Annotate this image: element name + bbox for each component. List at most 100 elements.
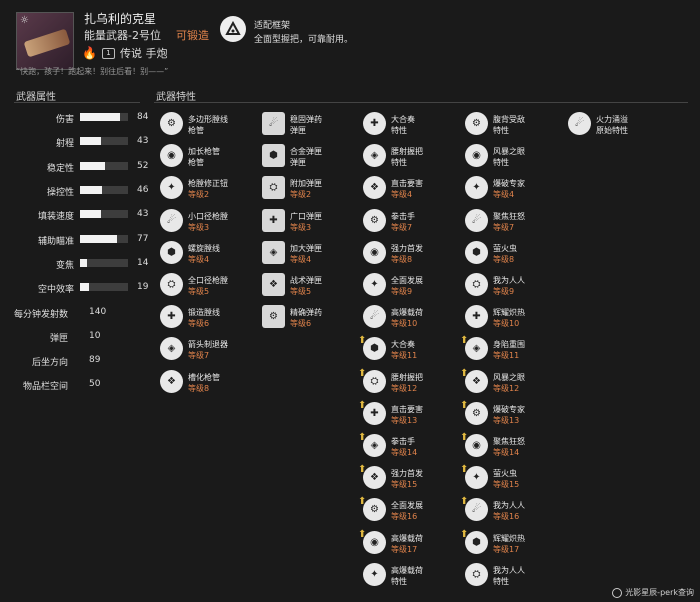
perk-item[interactable]: ◉ 强力首发 等级8 bbox=[363, 240, 463, 266]
perk-name: 大合奏 bbox=[391, 340, 415, 350]
perk-item[interactable]: ⬆ ⬢ 辉耀炽热 等级17 bbox=[460, 529, 565, 556]
perk-level: 等级6 bbox=[290, 319, 312, 329]
perk-item[interactable]: ⛭ 附加弹匣 等级2 bbox=[262, 175, 362, 201]
stat-bar bbox=[80, 258, 128, 267]
perk-item[interactable]: ✦ 爆破专家 等级4 bbox=[465, 175, 565, 201]
perk-item[interactable]: ✦ 全面发展 等级9 bbox=[363, 272, 463, 298]
perk-item[interactable]: ⬆ ❖ 风暴之眼 等级12 bbox=[460, 368, 565, 395]
perk-item[interactable]: ✚ 广口弹匣 等级3 bbox=[262, 208, 362, 234]
perk-item[interactable]: ❖ 战术弹匣 等级5 bbox=[262, 272, 362, 298]
perk-level: 等级17 bbox=[391, 544, 418, 554]
perk-icon: ☄ bbox=[568, 112, 591, 135]
stat-bar bbox=[80, 210, 128, 219]
perk-name: 爆破专家 bbox=[493, 404, 525, 414]
perk-name: 火力涌溢 bbox=[596, 115, 628, 124]
perk-item[interactable]: ⬆ ◉ 高爆载荷 等级17 bbox=[358, 529, 463, 556]
perk-icon: ⬢ bbox=[262, 144, 285, 168]
perk-level: 等级11 bbox=[391, 351, 418, 361]
perk-item[interactable]: ◈ 加大弹匣 等级4 bbox=[262, 240, 362, 266]
perk-item[interactable]: ☄ 火力涌溢 原始特性 bbox=[568, 111, 668, 137]
stat-row: 辅助瞄准 77 bbox=[14, 232, 154, 248]
perk-item[interactable]: ❖ 直击要害 等级4 bbox=[363, 175, 463, 201]
perk-level: 等级16 bbox=[493, 512, 520, 522]
perk-item[interactable]: ⛭ 我为人人 特性 bbox=[465, 562, 565, 588]
perk-item[interactable]: ✚ 辉耀炽热 等级10 bbox=[465, 304, 565, 330]
perk-item[interactable]: ◈ 腰射握把 特性 bbox=[363, 143, 463, 169]
stat-bar-fill bbox=[80, 137, 101, 146]
perk-level: 等级15 bbox=[391, 480, 418, 490]
perk-item[interactable]: ⚙ 拳击手 等级7 bbox=[363, 208, 463, 234]
stat-label: 操控性 bbox=[46, 187, 74, 198]
perk-item[interactable]: ⬆ ☄ 我为人人 等级16 bbox=[460, 497, 565, 523]
perks-section-title: 武器特性 bbox=[156, 92, 196, 103]
stat-bar-fill bbox=[80, 185, 103, 194]
perk-icon: ☄ bbox=[160, 208, 183, 232]
perk-item[interactable]: ⬆ ⛭ 腰射握把 等级12 bbox=[358, 368, 463, 395]
perk-level: 等级15 bbox=[493, 480, 520, 490]
perk-item[interactable]: ⬆ ⬢ 大合奏 等级11 bbox=[358, 336, 463, 362]
perk-name: 聚焦狂怒 bbox=[493, 211, 525, 221]
perk-item[interactable]: ◉ 加长枪管 枪管 bbox=[160, 143, 260, 169]
perk-name: 枪膛修正钮 bbox=[188, 179, 228, 189]
perk-item[interactable]: ✦ 枪膛修正钮 等级2 bbox=[160, 175, 260, 201]
perk-item[interactable]: ❖ 槽化枪管 等级8 bbox=[160, 369, 260, 395]
exotic-star-icon: ☼ bbox=[20, 15, 29, 26]
stat-bar-fill bbox=[80, 210, 101, 219]
perk-level: 等级14 bbox=[493, 448, 520, 457]
perk-item[interactable]: ⬆ ⚙ 爆破专家 等级13 bbox=[460, 400, 565, 427]
perk-item[interactable]: ✚ 大合奏 特性 bbox=[363, 111, 463, 137]
perk-item[interactable]: ◈ 箭头制退器 等级7 bbox=[160, 336, 260, 362]
perk-item[interactable]: ⬆ ⚙ 全面发展 等级16 bbox=[358, 497, 463, 523]
perk-item[interactable]: ◉ 风暴之眼 特性 bbox=[465, 143, 565, 169]
perk-icon: ☄ bbox=[465, 498, 488, 522]
perk-item[interactable]: ✦ 高爆载荷 特性 bbox=[363, 562, 463, 588]
perk-level: 等级8 bbox=[493, 254, 515, 264]
perk-item[interactable]: ⬆ ❖ 强力首发 等级15 bbox=[358, 465, 463, 491]
frame-icon bbox=[220, 16, 246, 42]
perk-item[interactable]: ☄ 小口径枪膛 等级3 bbox=[160, 208, 260, 234]
perk-name: 辉耀炽热 bbox=[493, 308, 525, 318]
perk-item[interactable]: ✚ 锻造膛线 等级6 bbox=[160, 304, 260, 330]
perk-level: 等级8 bbox=[391, 254, 413, 264]
perk-icon: ◉ bbox=[160, 144, 183, 168]
perk-item[interactable]: ⚙ 多边形膛线 枪管 bbox=[160, 111, 260, 137]
perk-level: 等级10 bbox=[391, 319, 418, 329]
stat-value: 140 bbox=[89, 307, 107, 317]
perk-item[interactable]: ⬆ ◈ 身陷重围 等级11 bbox=[460, 336, 565, 362]
perk-icon: ⬢ bbox=[160, 240, 183, 264]
perk-item[interactable]: ⛭ 我为人人 等级9 bbox=[465, 272, 565, 298]
perk-level: 等级13 bbox=[391, 415, 418, 425]
perk-name: 强力首发 bbox=[391, 469, 423, 479]
stats-section-title: 武器属性 bbox=[16, 92, 56, 103]
perk-item[interactable]: ☄ 高爆载荷 等级10 bbox=[363, 304, 463, 330]
perk-item[interactable]: ⬢ 螺旋膛线 等级4 bbox=[160, 240, 260, 266]
perk-name: 多边形膛线 bbox=[188, 115, 228, 124]
perk-name: 槽化枪管 bbox=[188, 372, 220, 382]
perk-item[interactable]: ☄ 稳固弹药 弹匣 bbox=[262, 111, 362, 137]
app-logo-icon bbox=[612, 587, 623, 598]
perk-icon: ❖ bbox=[363, 466, 386, 490]
perk-item[interactable]: ⬢ 合金弹匣 弹匣 bbox=[262, 143, 362, 169]
perk-icon: ☄ bbox=[262, 112, 285, 135]
perk-item[interactable]: ⛭ 全口径枪膛 等级5 bbox=[160, 272, 260, 298]
perk-level: 特性 bbox=[391, 126, 407, 135]
perk-icon: ⬢ bbox=[363, 337, 386, 361]
perk-icon: ⛭ bbox=[262, 176, 285, 200]
solar-flame-icon: 🔥 bbox=[82, 46, 97, 60]
perk-item[interactable]: ☄ 聚焦狂怒 等级7 bbox=[465, 208, 565, 234]
perk-name: 聚焦狂怒 bbox=[493, 437, 525, 446]
perk-level: 等级6 bbox=[188, 319, 210, 329]
perk-icon: ⬢ bbox=[465, 240, 488, 264]
perk-item[interactable]: ⚙ 腹背受敌 特性 bbox=[465, 111, 565, 137]
perk-item[interactable]: ⬢ 萤火虫 等级8 bbox=[465, 240, 565, 266]
perk-item[interactable]: ⬆ ✦ 萤火虫 等级15 bbox=[460, 465, 565, 491]
perk-name: 精确弹药 bbox=[290, 308, 322, 318]
perk-name: 大合奏 bbox=[391, 115, 415, 124]
stat-row: 射程 43 bbox=[14, 134, 154, 150]
perk-item[interactable]: ⬆ ◉ 聚焦狂怒 等级14 bbox=[460, 433, 565, 459]
perk-item[interactable]: ⬆ ✚ 直击要害 等级13 bbox=[358, 400, 463, 427]
perk-item[interactable]: ⚙ 精确弹药 等级6 bbox=[262, 304, 362, 330]
perk-name: 我为人人 bbox=[493, 565, 525, 575]
perk-item[interactable]: ⬆ ◈ 拳击手 等级14 bbox=[358, 433, 463, 459]
perk-name: 合金弹匣 bbox=[290, 147, 322, 157]
